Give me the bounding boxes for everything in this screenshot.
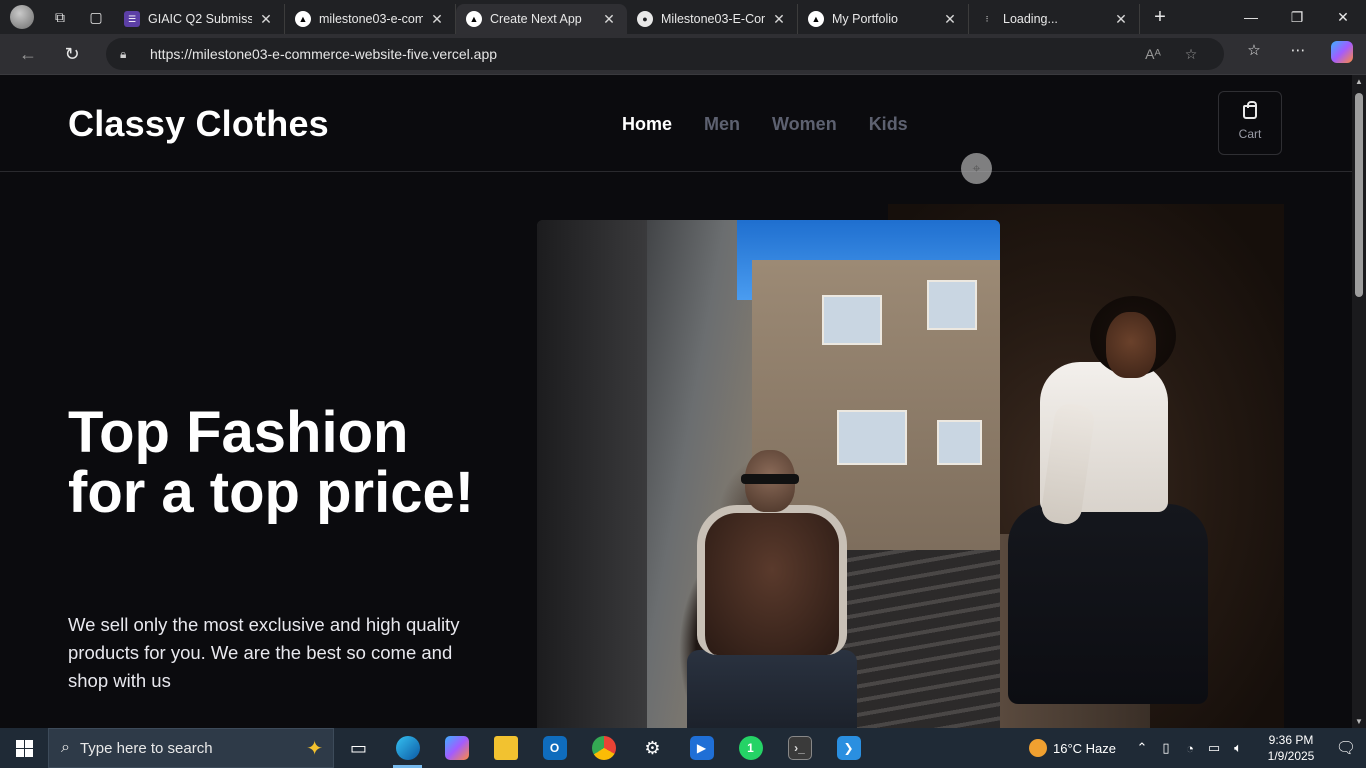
tab-loading[interactable]: ⁝ Loading... ✕ <box>969 4 1140 34</box>
nav-kids[interactable]: Kids <box>869 114 908 135</box>
close-icon[interactable]: ✕ <box>1113 11 1129 28</box>
chevron-up-icon[interactable]: ⌃ <box>1130 740 1154 756</box>
vercel-icon: ▲ <box>295 11 311 27</box>
lock-icon[interactable]: 🔒︎ <box>120 47 136 62</box>
search-placeholder: Type here to search <box>79 739 213 757</box>
tab-milestone03[interactable]: ▲ milestone03-e-commerce ✕ <box>285 4 456 34</box>
browser-tab-strip: ⧉ ▢ ☰ GIAIC Q2 Submission ✕ ▲ milestone0… <box>0 0 1366 34</box>
loading-icon: ⁝ <box>985 13 989 24</box>
windows-taskbar: ⌕ Type here to search ✦ ▭ O ⚙ ▶ 1 ›_ ❯ 1… <box>0 728 1366 768</box>
profile-avatar[interactable] <box>10 5 34 29</box>
nav-women[interactable]: Women <box>772 114 837 135</box>
network-icon[interactable]: ◔ <box>1178 741 1202 756</box>
shopping-bag-icon <box>1243 101 1257 119</box>
vercel-icon: ▲ <box>808 11 824 27</box>
close-icon[interactable]: ✕ <box>771 11 787 28</box>
tab-label: Create Next App <box>490 12 582 26</box>
browser-toolbar: ← ↻ 🔒︎ https://milestone03-e-commerce-we… <box>0 34 1366 75</box>
edge-app-icon[interactable] <box>383 728 432 768</box>
visual-search-icon[interactable]: ⌖ <box>961 153 992 184</box>
page-scrollbar[interactable]: ▲ ▼ <box>1352 75 1366 728</box>
window-controls: — ❐ ✕ <box>1228 9 1366 26</box>
search-icon: ⌕ <box>61 739 70 756</box>
hero-image-man <box>537 220 1000 728</box>
vscode-icon[interactable]: ❯ <box>824 728 873 768</box>
scrollbar-thumb[interactable] <box>1355 93 1363 297</box>
settings-gear-icon[interactable]: ⚙ <box>628 728 677 768</box>
battery-icon[interactable]: ▭ <box>1202 740 1226 756</box>
copilot-app-icon[interactable] <box>432 728 481 768</box>
clock-time: 9:36 PM <box>1268 733 1314 747</box>
tab-portfolio[interactable]: ▲ My Portfolio ✕ <box>798 4 969 34</box>
address-bar[interactable]: 🔒︎ https://milestone03-e-commerce-websit… <box>106 38 1224 70</box>
main-nav: Home Men Women Kids <box>622 114 908 135</box>
start-button[interactable] <box>0 728 48 768</box>
favorite-star-icon[interactable]: ☆ <box>1172 46 1210 63</box>
weather-widget[interactable]: 16°C Haze <box>1028 739 1116 757</box>
web-page: Classy Clothes Home Men Women Kids Cart … <box>0 75 1352 728</box>
tab-label: milestone03-e-commerce <box>319 12 423 26</box>
taskbar-search[interactable]: ⌕ Type here to search ✦ <box>48 728 334 768</box>
device-icon[interactable]: ▯ <box>1154 740 1178 756</box>
tab-label: Loading... <box>1003 12 1058 26</box>
task-view-icon[interactable]: ▭ <box>334 728 383 768</box>
notifications-icon[interactable]: 🗨︎ <box>1326 738 1366 758</box>
system-tray: 16°C Haze ⌃ ▯ ◔ ▭ 🔈︎ 9:36 PM 1/9/2025 🗨︎ <box>1028 732 1366 764</box>
volume-icon[interactable]: 🔈︎ <box>1226 740 1250 756</box>
github-icon: ● <box>637 11 653 27</box>
scroll-down-icon[interactable]: ▼ <box>1352 717 1366 726</box>
vertical-tabs-icon[interactable]: ▢ <box>78 3 114 31</box>
tab-giaic[interactable]: ☰ GIAIC Q2 Submission ✕ <box>114 4 285 34</box>
close-icon[interactable]: ✕ <box>258 11 274 28</box>
close-icon[interactable]: ✕ <box>942 11 958 28</box>
tab-label: Milestone03-E-Commerce <box>661 12 765 26</box>
tab-github[interactable]: ● Milestone03-E-Commerce ✕ <box>627 4 798 34</box>
scroll-up-icon[interactable]: ▲ <box>1352 77 1366 86</box>
outlook-icon[interactable]: O <box>530 728 579 768</box>
more-options-icon[interactable]: ⋯ <box>1276 41 1320 67</box>
reload-icon[interactable]: ↻ <box>52 38 92 70</box>
weather-icon <box>1028 739 1047 757</box>
close-window-icon[interactable]: ✕ <box>1320 9 1366 26</box>
back-arrow-icon[interactable]: ← <box>8 38 48 70</box>
cart-button[interactable]: Cart <box>1218 91 1282 155</box>
copilot-icon[interactable] <box>1320 41 1364 67</box>
file-explorer-icon[interactable] <box>481 728 530 768</box>
nav-home[interactable]: Home <box>622 114 672 135</box>
windows-logo-icon <box>15 739 33 757</box>
tab-label: My Portfolio <box>832 12 898 26</box>
clock-date: 1/9/2025 <box>1267 749 1315 763</box>
hero-title: Top Fashion for a top price! <box>68 400 475 525</box>
new-tab-icon[interactable]: + <box>1142 6 1178 29</box>
favorites-icon[interactable]: ☆ <box>1232 41 1276 67</box>
url-text[interactable]: https://milestone03-e-commerce-website-f… <box>150 46 1134 62</box>
giaic-icon: ☰ <box>124 11 140 27</box>
hero-subtitle: We sell only the most exclusive and high… <box>68 614 460 691</box>
tab-create-next-app[interactable]: ▲ Create Next App ✕ <box>456 4 627 34</box>
vercel-icon: ▲ <box>466 11 482 27</box>
tab-label: GIAIC Q2 Submission <box>148 12 252 26</box>
nav-men[interactable]: Men <box>704 114 740 135</box>
cart-label: Cart <box>1238 127 1262 141</box>
search-highlight-icon: ✦ <box>306 737 323 760</box>
media-player-icon[interactable]: ▶ <box>677 728 726 768</box>
site-header: Classy Clothes Home Men Women Kids Cart <box>0 75 1352 172</box>
clock[interactable]: 9:36 PM 1/9/2025 <box>1256 732 1326 764</box>
close-icon[interactable]: ✕ <box>601 11 617 28</box>
chrome-icon[interactable] <box>579 728 628 768</box>
close-icon[interactable]: ✕ <box>429 11 445 28</box>
weather-text: 16°C Haze <box>1052 740 1116 756</box>
site-logo[interactable]: Classy Clothes <box>68 103 329 145</box>
minimize-icon[interactable]: — <box>1228 9 1274 26</box>
terminal-icon[interactable]: ›_ <box>775 728 824 768</box>
read-aloud-icon[interactable]: Aᴬ <box>1134 46 1172 62</box>
restore-icon[interactable]: ❐ <box>1274 9 1320 26</box>
workspaces-icon[interactable]: ⧉ <box>42 3 78 31</box>
whatsapp-icon[interactable]: 1 <box>726 728 775 768</box>
